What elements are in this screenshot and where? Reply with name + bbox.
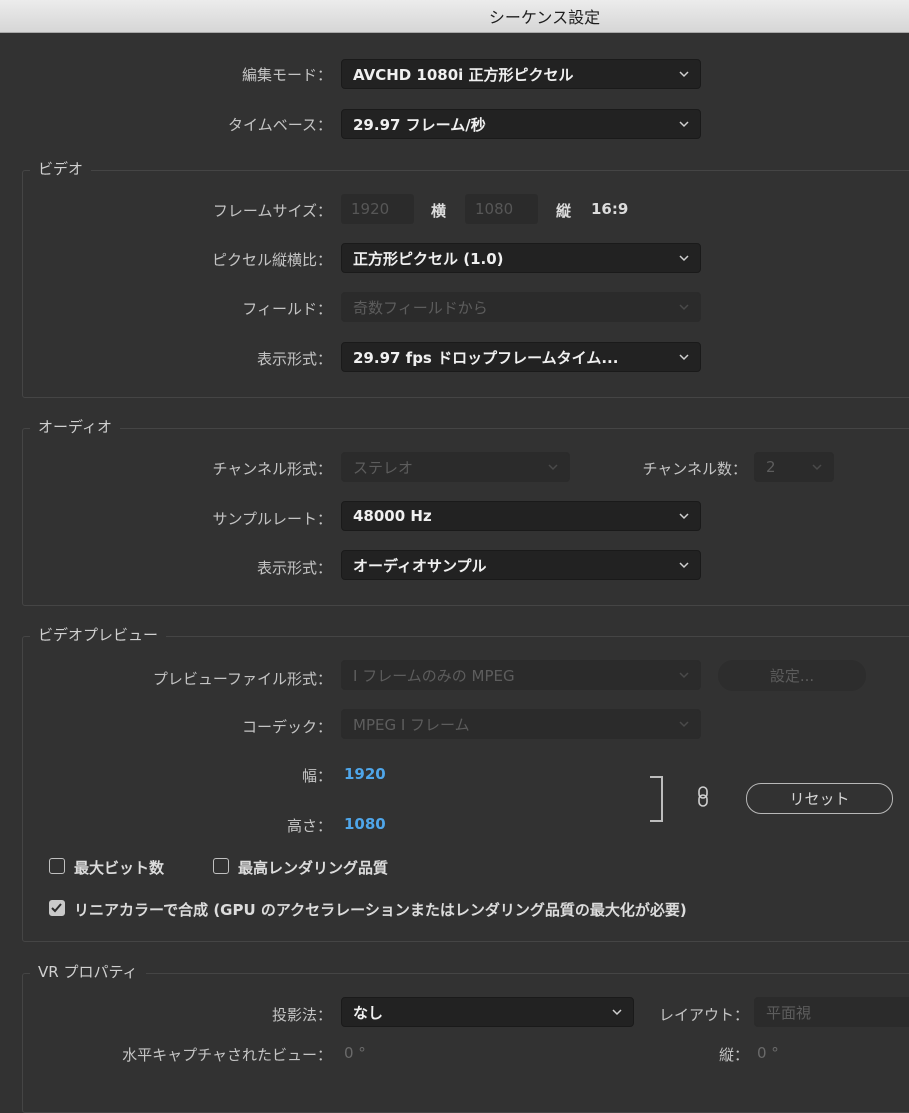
timebase-dropdown[interactable]: 29.97 フレーム/秒 [341,109,701,139]
channel-format-value: ステレオ [353,458,414,477]
horizontal-view-value: 0 ° [344,1044,366,1062]
pixel-aspect-dropdown[interactable]: 正方形ピクセル (1.0) [341,243,701,273]
channel-format-dropdown: ステレオ [341,452,570,482]
video-display-format-value: 29.97 fps ドロップフレームタイム... [353,348,619,367]
preview-width-value[interactable]: 1920 [344,765,386,783]
channel-count-label: チャンネル数： [642,460,747,478]
aspect-ratio: 16:9 [591,200,629,218]
sample-rate-label: サンプルレート： [212,510,332,528]
reset-button[interactable]: リセット [746,783,893,814]
pixel-aspect-label: ピクセル縦横比： [211,251,332,269]
layout-value: 平面視 [766,1003,812,1022]
sample-rate-value: 48000 Hz [353,507,432,525]
audio-display-format-dropdown[interactable]: オーディオサンプル [341,550,701,580]
edit-mode-value: AVCHD 1080i 正方形ピクセル [353,65,574,84]
chevron-down-icon [677,668,691,682]
frame-width-value: 1920 [351,200,390,218]
timebase-value: 29.97 フレーム/秒 [353,115,486,134]
link-chain-icon[interactable] [696,786,710,808]
codec-value: MPEG I フレーム [353,715,470,734]
projection-dropdown[interactable]: なし [341,997,634,1027]
dimension-bracket [650,776,664,822]
projection-value: なし [353,1003,384,1022]
chevron-down-icon [677,509,691,523]
fields-dropdown: 奇数フィールドから [341,292,701,322]
chevron-down-icon [677,251,691,265]
checkmark-icon [51,903,62,913]
chevron-down-icon [677,117,691,131]
video-display-format-dropdown[interactable]: 29.97 fps ドロップフレームタイム... [341,342,701,372]
preview-settings-label: 設定... [769,667,815,685]
frame-size-label: フレームサイズ： [212,202,332,220]
vr-group-title: VR プロパティ [30,961,146,982]
chevron-down-icon [546,460,560,474]
chevron-down-icon [677,67,691,81]
max-render-quality-checkbox[interactable] [213,858,229,874]
fields-value: 奇数フィールドから [353,298,488,317]
fields-label: フィールド： [242,300,332,318]
title-bar: シーケンス設定 [0,0,909,33]
layout-label: レイアウト： [658,1006,749,1024]
edit-mode-label: 編集モード： [241,66,332,84]
pixel-aspect-value: 正方形ピクセル (1.0) [353,249,504,268]
audio-group-title: オーディオ [30,416,120,437]
audio-display-format-label: 表示形式： [256,559,332,577]
layout-dropdown: 平面視 [754,997,909,1027]
video-group-title: ビデオ [30,158,92,179]
max-bit-depth-checkbox[interactable] [49,858,65,874]
chevron-down-icon [810,460,824,474]
preview-file-format-value: I フレームのみの MPEG [353,666,515,685]
preview-file-format-dropdown: I フレームのみの MPEG [341,660,701,690]
preview-settings-button: 設定... [718,660,866,691]
projection-label: 投影法： [271,1006,332,1024]
channel-format-label: チャンネル形式： [212,460,332,478]
window-title: シーケンス設定 [488,8,601,27]
horizontal-view-label: 水平キャプチャされたビュー： [122,1046,332,1064]
preview-width-label: 幅： [301,767,332,785]
frame-height-input: 1080 [465,194,538,224]
channel-count-dropdown: 2 [754,452,834,482]
chevron-down-icon [610,1005,624,1019]
codec-dropdown: MPEG I フレーム [341,709,701,739]
preview-height-label: 高さ： [286,817,332,835]
linear-color-label: リニアカラーで合成 (GPU のアクセラレーションまたはレンダリング品質の最大化… [74,901,687,919]
max-render-quality-label: 最高レンダリング品質 [238,859,389,877]
channel-count-value: 2 [766,458,776,476]
vertical-label: 縦 [556,202,572,220]
vertical-view-label: 縦： [718,1046,749,1064]
chevron-down-icon [677,300,691,314]
preview-height-value[interactable]: 1080 [344,815,386,833]
timebase-label: タイムベース： [228,116,332,134]
chevron-down-icon [677,350,691,364]
codec-label: コーデック： [241,718,332,736]
audio-display-format-value: オーディオサンプル [353,556,487,575]
reset-button-label: リセット [789,790,850,808]
max-bit-depth-label: 最大ビット数 [74,859,165,877]
sample-rate-dropdown[interactable]: 48000 Hz [341,501,701,531]
vr-group [22,973,909,1113]
linear-color-checkbox[interactable] [49,900,65,916]
preview-file-format-label: プレビューファイル形式： [152,670,332,688]
frame-width-input: 1920 [341,194,414,224]
horizontal-label: 横 [431,202,447,220]
frame-height-value: 1080 [475,200,514,218]
chevron-down-icon [677,558,691,572]
video-display-format-label: 表示形式： [256,350,332,368]
video-preview-group-title: ビデオプレビュー [30,624,167,645]
chevron-down-icon [677,717,691,731]
edit-mode-dropdown[interactable]: AVCHD 1080i 正方形ピクセル [341,59,701,89]
vertical-view-value: 0 ° [757,1044,779,1062]
